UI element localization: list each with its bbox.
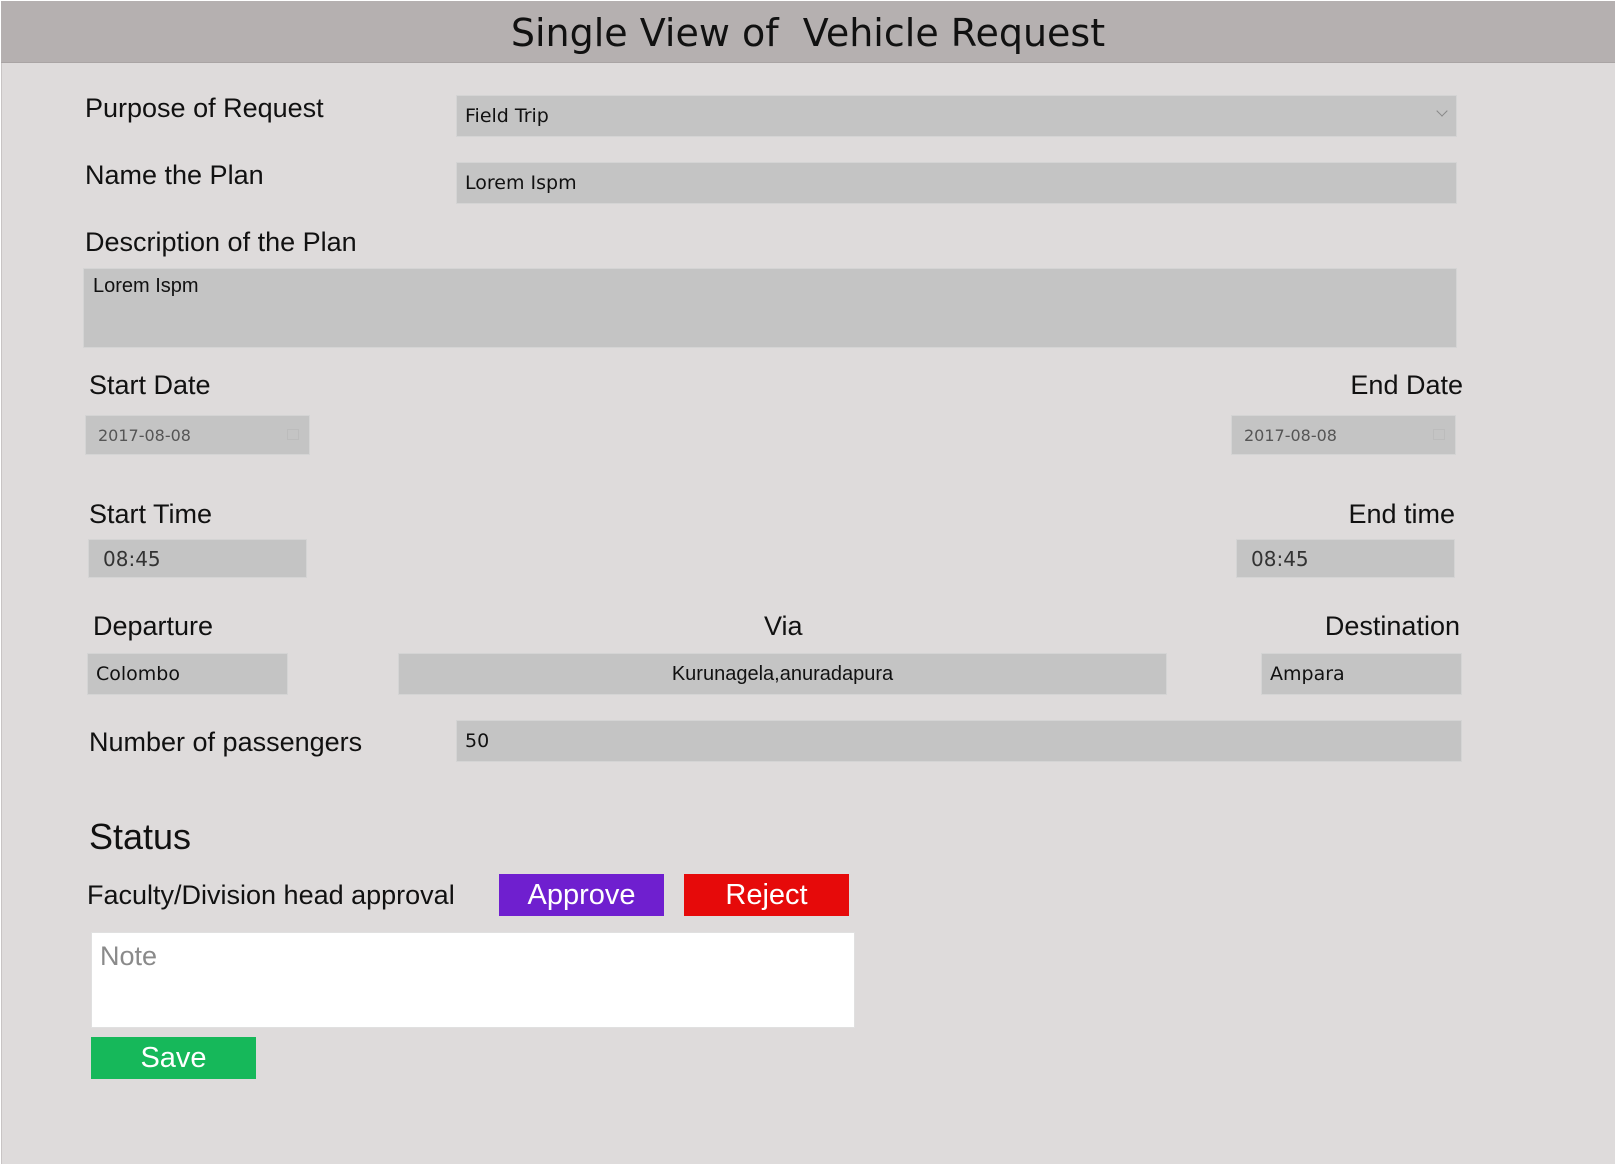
purpose-value: Field Trip [465, 105, 549, 127]
end-date-input[interactable]: 2017-08-08 [1231, 415, 1456, 455]
end-time-input[interactable]: 08:45 [1236, 539, 1455, 578]
approval-label: Faculty/Division head approval [87, 880, 455, 910]
via-label: Via [764, 611, 803, 641]
calendar-icon[interactable] [1433, 429, 1445, 440]
end-date-label: End Date [1350, 370, 1463, 400]
start-date-value: 2017-08-08 [98, 425, 191, 445]
departure-label: Departure [93, 611, 214, 641]
page-title: Single View of Vehicle Request [1, 1, 1615, 63]
destination-label: Destination [1324, 611, 1460, 641]
passengers-label: Number of passengers [89, 727, 363, 757]
description-textarea[interactable]: Lorem Ispm [83, 268, 1457, 348]
departure-input[interactable]: Colombo [87, 653, 288, 695]
start-date-input[interactable]: 2017-08-08 [85, 415, 310, 455]
purpose-label: Purpose of Request [85, 93, 324, 123]
plan-name-label: Name the Plan [85, 160, 264, 190]
start-time-input[interactable]: 08:45 [88, 539, 307, 578]
via-input[interactable]: Kurunagela,anuradapura [398, 653, 1167, 695]
description-label: Description of the Plan [85, 227, 357, 257]
approve-button[interactable]: Approve [499, 874, 664, 916]
end-time-label: End time [1348, 499, 1455, 529]
calendar-icon[interactable] [287, 429, 299, 440]
destination-input[interactable]: Ampara [1261, 653, 1462, 695]
end-date-value: 2017-08-08 [1244, 425, 1337, 445]
note-textarea[interactable]: Note [91, 932, 855, 1028]
save-button[interactable]: Save [91, 1037, 256, 1079]
start-date-label: Start Date [89, 370, 211, 400]
reject-button[interactable]: Reject [684, 874, 849, 916]
status-heading: Status [89, 816, 192, 857]
chevron-down-icon [1436, 105, 1448, 117]
plan-name-input[interactable]: Lorem Ispm [456, 162, 1457, 204]
passengers-input[interactable]: 50 [456, 720, 1462, 762]
purpose-select[interactable]: Field Trip [456, 95, 1457, 137]
start-time-label: Start Time [89, 499, 213, 529]
